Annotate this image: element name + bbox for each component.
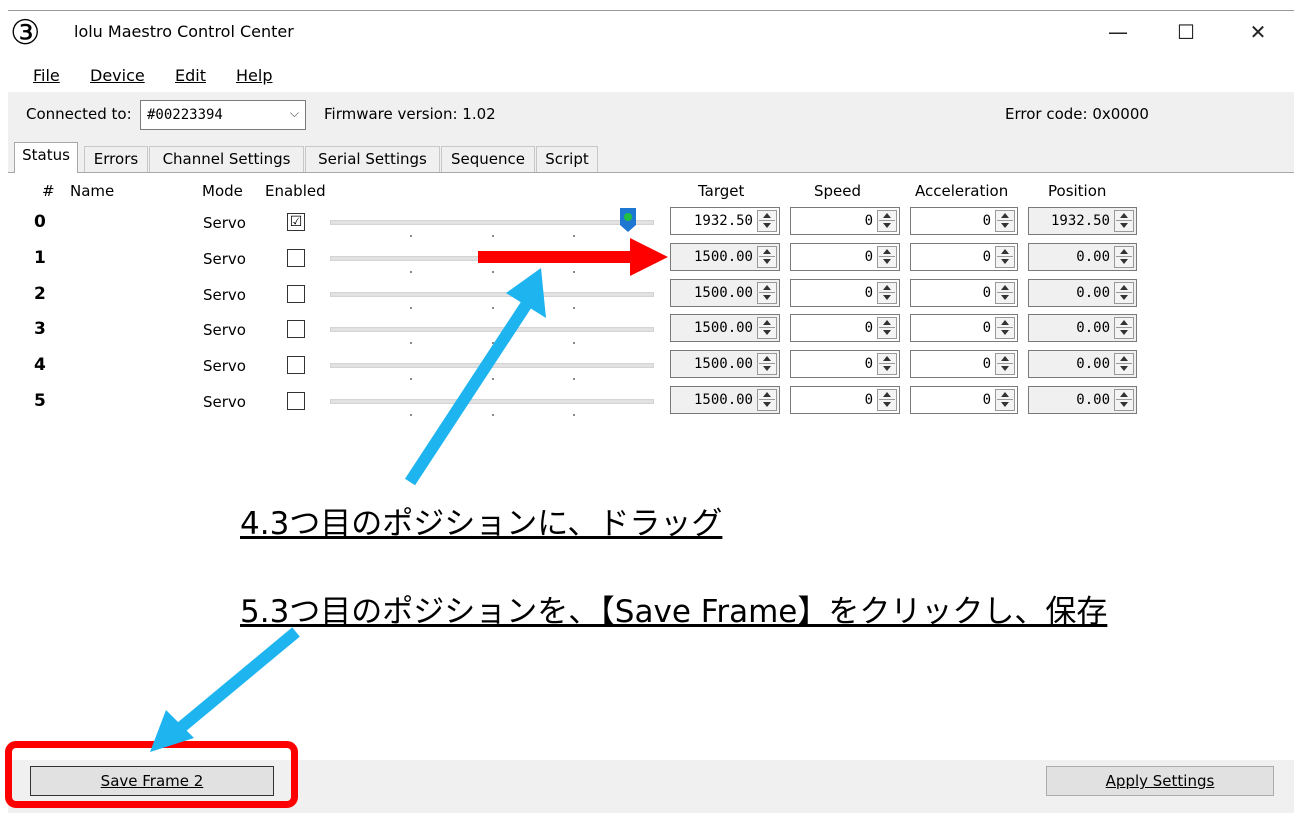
tab-status[interactable]: Status xyxy=(14,142,78,173)
blue-arrow-down-shaft xyxy=(174,627,300,735)
red-arrow-shaft xyxy=(478,251,638,263)
blue-arrow-down xyxy=(150,627,300,752)
red-arrow xyxy=(478,238,668,276)
blue-arrow-up xyxy=(404,268,546,486)
red-arrow-head xyxy=(630,238,668,276)
blue-arrow-up-shaft xyxy=(404,298,534,486)
annotation-arrows xyxy=(150,238,668,752)
